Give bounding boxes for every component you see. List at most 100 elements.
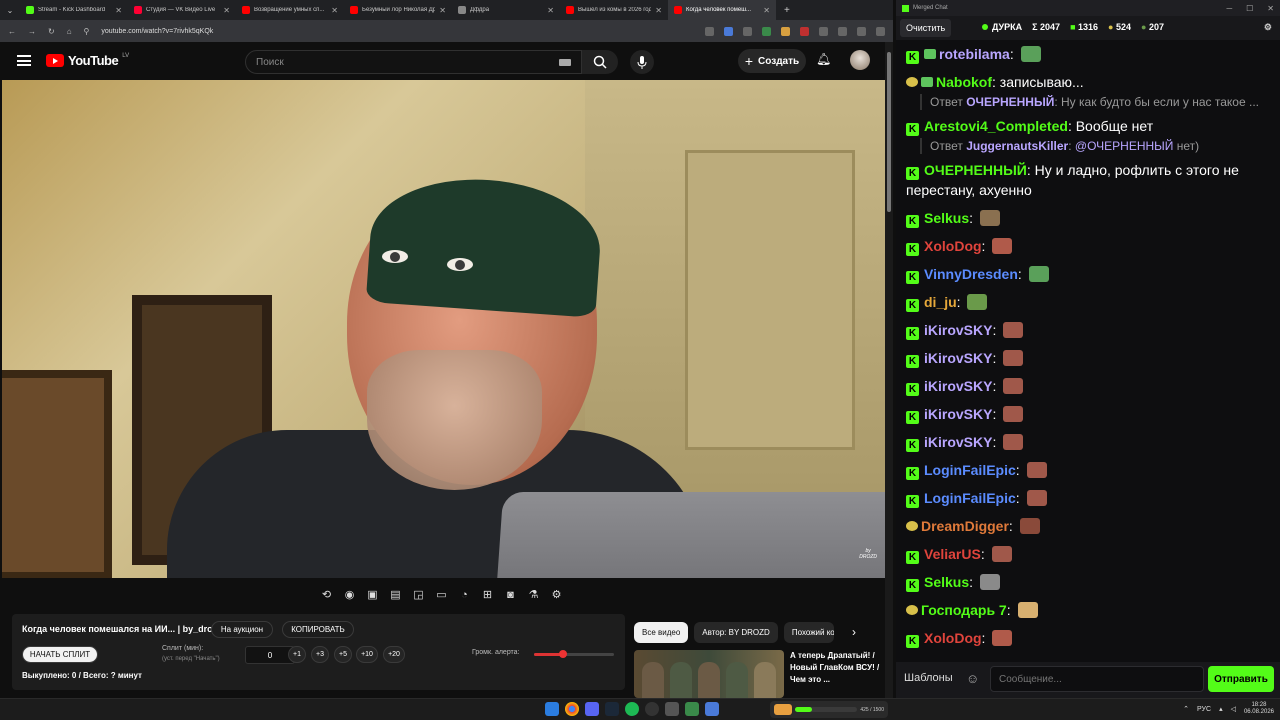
flask-icon[interactable]: ⚗: [525, 586, 542, 603]
tray-chevron-icon[interactable]: ⌃: [1183, 705, 1189, 713]
browser-tab[interactable]: Дфдра ✕: [452, 0, 560, 20]
start-split-button[interactable]: НАЧАТЬ СПЛИТ: [22, 646, 98, 663]
reply-user[interactable]: JuggernautsKiller: [966, 139, 1068, 153]
clear-chat-button[interactable]: Очистить: [900, 19, 952, 37]
chip-author[interactable]: Автор: BY DROZD: [694, 622, 778, 643]
windows-start-icon[interactable]: [545, 702, 559, 716]
chat-username[interactable]: iKirovSKY: [924, 378, 992, 394]
tab-search-icon[interactable]: ⌄: [0, 6, 20, 15]
chat-username[interactable]: XoloDog: [924, 630, 982, 646]
extension-icon[interactable]: [781, 26, 790, 36]
browser-tab[interactable]: Безумный лор Николая Др... ✕: [344, 0, 452, 20]
chat-username[interactable]: rotebilama: [939, 46, 1010, 62]
browser-tab[interactable]: Когда человек помеш... ✕: [668, 0, 776, 20]
chat-username[interactable]: VeliarUS: [924, 546, 981, 562]
discord-icon[interactable]: [585, 702, 599, 716]
chat-username[interactable]: LoginFailEpic: [924, 462, 1016, 478]
browser-menu-icon[interactable]: [876, 26, 885, 36]
chat-username[interactable]: iKirovSKY: [924, 350, 992, 366]
language-indicator[interactable]: РУС: [1197, 706, 1211, 713]
zoom-icon[interactable]: [705, 26, 714, 36]
reply-user[interactable]: ОЧЕРНЕННЫЙ: [966, 95, 1054, 109]
chat-username[interactable]: VinnyDresden: [924, 266, 1018, 282]
fullscreen-icon[interactable]: ▭: [433, 586, 450, 603]
close-tab-icon[interactable]: ✕: [655, 6, 662, 15]
voice-search-button[interactable]: [630, 50, 654, 74]
chevron-right-icon[interactable]: ›: [852, 625, 856, 639]
download-icon[interactable]: [838, 26, 847, 36]
network-icon[interactable]: ▴: [1219, 705, 1223, 713]
chip-all-videos[interactable]: Все видео: [634, 622, 689, 643]
chat-username[interactable]: LoginFailEpic: [924, 490, 1016, 506]
browser-tab[interactable]: Вышел из комы в 2026 год... ✕: [560, 0, 668, 20]
app-icon[interactable]: [665, 702, 679, 716]
app-icon[interactable]: [685, 702, 699, 716]
volume-knob[interactable]: [558, 650, 567, 658]
reply-mention[interactable]: @ОЧЕРНЕННЫЙ: [1075, 139, 1174, 153]
chrome-icon[interactable]: [565, 702, 579, 716]
create-button[interactable]: + Создать: [738, 49, 806, 73]
chat-settings-icon[interactable]: ⚙: [1264, 22, 1272, 33]
templates-button[interactable]: Шаблоны: [904, 672, 953, 684]
steam-icon[interactable]: [605, 702, 619, 716]
audio-icon[interactable]: ◉: [341, 586, 358, 603]
send-button[interactable]: Отправить: [1208, 666, 1274, 692]
forward-icon[interactable]: →: [28, 27, 36, 36]
close-tab-icon[interactable]: ✕: [547, 6, 554, 15]
loop-icon[interactable]: ⟲: [318, 586, 335, 603]
youtube-logo[interactable]: YouTube LV: [46, 53, 129, 68]
related-video-thumbnail[interactable]: [634, 650, 784, 698]
back-icon[interactable]: ←: [8, 27, 16, 36]
extensions-puzzle-icon[interactable]: [819, 26, 828, 36]
chat-username[interactable]: Nabokof: [936, 74, 992, 90]
browser-tab[interactable]: Stream - Kick Dashboard ✕: [20, 0, 128, 20]
chat-username[interactable]: Selkus: [924, 210, 969, 226]
pip-icon[interactable]: ◲: [410, 586, 427, 603]
translate-icon[interactable]: [724, 26, 733, 36]
copy-button[interactable]: КОПИРОВАТЬ: [282, 621, 354, 638]
keyboard-icon[interactable]: [559, 59, 571, 66]
chat-username[interactable]: Господарь 7: [921, 602, 1007, 618]
search-input[interactable]: Поиск: [245, 50, 582, 74]
page-scrollbar[interactable]: [885, 42, 893, 698]
new-tab-button[interactable]: +: [776, 5, 798, 16]
close-icon[interactable]: ✕: [1267, 4, 1274, 13]
spotify-icon[interactable]: [625, 702, 639, 716]
profile-icon[interactable]: [857, 26, 866, 36]
browser-tab[interactable]: Студия — VK Видео Live ✕: [128, 0, 236, 20]
speed-icon[interactable]: ◔: [456, 586, 473, 603]
app-icon[interactable]: [705, 702, 719, 716]
chat-username[interactable]: iKirovSKY: [924, 434, 992, 450]
url-field[interactable]: youtube.com/watch?v=7rivhk5qKQk: [101, 28, 213, 35]
video-player[interactable]: by DROZD: [2, 80, 885, 578]
clapper-icon[interactable]: ▤: [387, 586, 404, 603]
increment-button[interactable]: +5: [334, 646, 352, 663]
kick-progress-widget[interactable]: 425 / 1500: [770, 701, 888, 718]
notifications-bell-icon[interactable]: 🔔︎: [816, 52, 831, 66]
reload-icon[interactable]: ↻: [48, 27, 55, 36]
chat-username[interactable]: DreamDigger: [921, 518, 1009, 534]
extension-icon[interactable]: [762, 26, 771, 36]
clock[interactable]: 18:28 06.08.2026: [1244, 702, 1274, 716]
chat-username[interactable]: iKirovSKY: [924, 406, 992, 422]
bookmark-star-icon[interactable]: [743, 26, 752, 36]
close-tab-icon[interactable]: ✕: [115, 6, 122, 15]
search-button[interactable]: [582, 50, 618, 74]
minimize-icon[interactable]: ─: [1226, 4, 1232, 13]
close-tab-icon[interactable]: ✕: [439, 6, 446, 15]
home-icon[interactable]: ⌂: [67, 27, 72, 36]
to-auction-button[interactable]: На аукцион: [211, 621, 273, 638]
screenshot-icon[interactable]: ◙: [502, 586, 519, 603]
site-info-icon[interactable]: ⚲: [84, 27, 90, 36]
increment-button[interactable]: +20: [383, 646, 405, 663]
hamburger-menu-icon[interactable]: [17, 55, 31, 66]
chat-username[interactable]: Selkus: [924, 574, 969, 590]
chat-username[interactable]: Arestovi4_Completed: [924, 118, 1068, 134]
chat-username[interactable]: di_ju: [924, 294, 957, 310]
increment-button[interactable]: +3: [311, 646, 329, 663]
chip-similar[interactable]: Похожий ко: [783, 622, 834, 643]
obs-icon[interactable]: [645, 702, 659, 716]
close-tab-icon[interactable]: ✕: [331, 6, 338, 15]
alert-volume-slider[interactable]: [534, 650, 614, 658]
gear-icon[interactable]: ⚙: [548, 586, 565, 603]
